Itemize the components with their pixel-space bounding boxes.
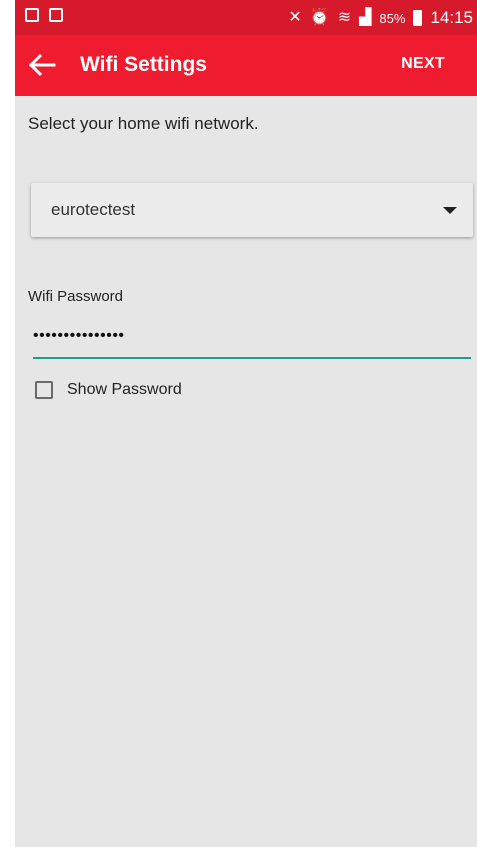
dropdown-caret-icon (443, 207, 457, 214)
status-bar: ✕ ⏰ ≋ ▟ 85% 14:15 (15, 0, 477, 35)
app-bar: Wifi Settings NEXT (15, 35, 477, 96)
mute-icon: ✕ (288, 9, 302, 26)
network-select[interactable]: eurotectest (31, 183, 473, 237)
phone-screen: ✕ ⏰ ≋ ▟ 85% 14:15 Wifi Settings NEXT Sel… (15, 0, 477, 847)
signal-icon: ▟ (359, 9, 372, 26)
gallery-notification-icon (25, 8, 39, 22)
back-arrow-icon[interactable] (27, 50, 57, 80)
status-left-icons (25, 8, 63, 22)
show-password-label: Show Password (67, 381, 182, 398)
password-label: Wifi Password (28, 288, 124, 305)
battery-icon (413, 10, 423, 26)
wifi-icon: ≋ (337, 9, 352, 26)
status-right-icons: ✕ ⏰ ≋ ▟ 85% 14:15 (288, 8, 473, 28)
alarm-icon: ⏰ (309, 9, 330, 26)
password-field[interactable]: ••••••••••••••• (33, 325, 471, 359)
password-value: ••••••••••••••• (33, 327, 125, 344)
page-title: Wifi Settings (80, 53, 207, 76)
instruction-text: Select your home wifi network. (28, 114, 259, 133)
show-password-toggle[interactable]: Show Password (35, 381, 182, 399)
network-selected-value: eurotectest (51, 200, 136, 219)
battery-percent: 85% (379, 10, 406, 26)
show-password-checkbox[interactable] (35, 381, 53, 399)
status-time: 14:15 (430, 8, 473, 27)
next-button[interactable]: NEXT (401, 55, 445, 73)
camera-notification-icon (49, 8, 63, 22)
